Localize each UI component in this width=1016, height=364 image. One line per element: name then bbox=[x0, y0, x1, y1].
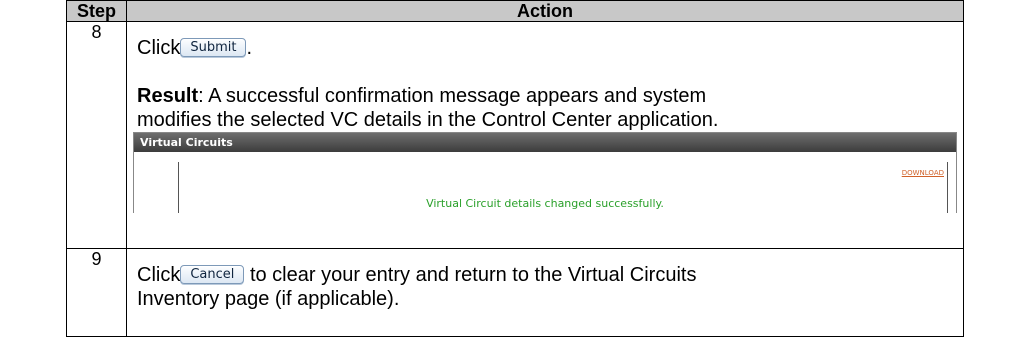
action-line-2: Inventory page (if applicable). bbox=[137, 288, 400, 310]
table-row: 8 Click Submit. Result: A successful conf… bbox=[66, 21, 964, 249]
punctuation: . bbox=[246, 37, 253, 59]
result-text: : A successful confirmation message appe… bbox=[198, 85, 707, 107]
panel-body: DOWNLOAD Virtual Circuit details changed… bbox=[134, 152, 956, 213]
procedure-table: Step Action 8 Click Submit. Result: A suc… bbox=[66, 0, 964, 337]
result-line: Result: A successful confirmation messag… bbox=[137, 84, 957, 108]
click-text: Click bbox=[137, 37, 181, 59]
result-line-2: modifies the selected VC details in the … bbox=[137, 109, 719, 131]
step-number: 9 bbox=[66, 248, 127, 337]
download-link[interactable]: DOWNLOAD bbox=[902, 161, 944, 185]
click-text: Click bbox=[137, 264, 181, 286]
submit-button[interactable]: Submit bbox=[180, 38, 247, 57]
header-action: Action bbox=[126, 0, 964, 22]
result-label: Result bbox=[137, 85, 199, 107]
table-row: 9 Click Cancel to clear your entry and re… bbox=[66, 248, 964, 337]
panel-title: Virtual Circuits bbox=[134, 133, 956, 152]
action-cell: Click Submit. Result: A successful confir… bbox=[126, 21, 964, 249]
success-message: Virtual Circuit details changed successf… bbox=[426, 197, 664, 210]
table-header-row: Step Action bbox=[66, 0, 964, 22]
action-cell: Click Cancel to clear your entry and retu… bbox=[126, 248, 964, 337]
action-line: Click Submit. bbox=[137, 36, 957, 60]
header-step: Step bbox=[66, 0, 127, 22]
step-number: 8 bbox=[66, 21, 127, 249]
action-line: Click Cancel to clear your entry and retu… bbox=[137, 263, 957, 287]
cancel-button[interactable]: Cancel bbox=[180, 265, 245, 284]
action-text: to clear your entry and return to the Vi… bbox=[244, 264, 697, 286]
confirmation-panel-screenshot: Virtual Circuits DOWNLOAD Virtual Circui… bbox=[133, 132, 957, 213]
